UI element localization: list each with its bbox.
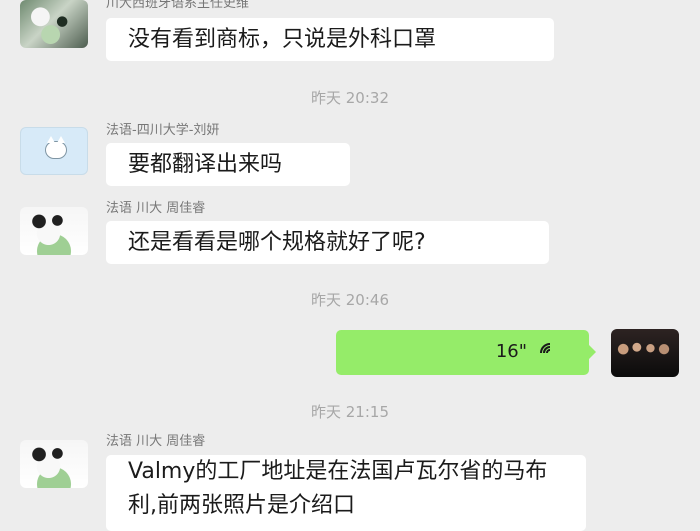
- chat-conversation: 川大西班牙语系主任史维 没有看到商标，只说是外科口罩 昨天 20:32 法语-四…: [0, 0, 700, 531]
- sender-avatar-shi-wei[interactable]: [20, 0, 88, 48]
- sender-name-liu-yan: 法语-四川大学-刘妍: [106, 123, 220, 138]
- message-bubble-specification[interactable]: 还是看看是哪个规格就好了呢?: [106, 221, 549, 264]
- message-bubble-translate-question[interactable]: 要都翻译出来吗: [106, 143, 350, 186]
- timestamp-divider: 昨天 20:46: [311, 291, 389, 309]
- timestamp-divider: 昨天 21:15: [311, 403, 389, 421]
- sender-avatar-liu-yan[interactable]: [20, 127, 88, 175]
- my-avatar[interactable]: [611, 329, 679, 377]
- voice-duration: 16": [495, 341, 527, 362]
- voice-wave-icon: [540, 343, 551, 354]
- sender-name-zhou-jiarui: 法语 川大 周佳睿: [106, 201, 206, 216]
- timestamp-divider: 昨天 20:32: [311, 89, 389, 107]
- voice-message-bubble[interactable]: 16": [336, 330, 596, 375]
- message-bubble-valmy-address[interactable]: Valmy的工厂地址是在法国卢瓦尔省的马布利,前两张照片是介绍口: [106, 455, 586, 531]
- cat-avatar-icon: [45, 136, 67, 159]
- sender-name-zhou-jiarui: 法语 川大 周佳睿: [106, 434, 206, 449]
- sender-name-shi-wei: 川大西班牙语系主任史维: [106, 0, 250, 11]
- message-bubble-surgical-mask[interactable]: 没有看到商标，只说是外科口罩: [106, 18, 554, 61]
- sender-avatar-zhou-jiarui[interactable]: [20, 207, 88, 255]
- sender-avatar-zhou-jiarui[interactable]: [20, 440, 88, 488]
